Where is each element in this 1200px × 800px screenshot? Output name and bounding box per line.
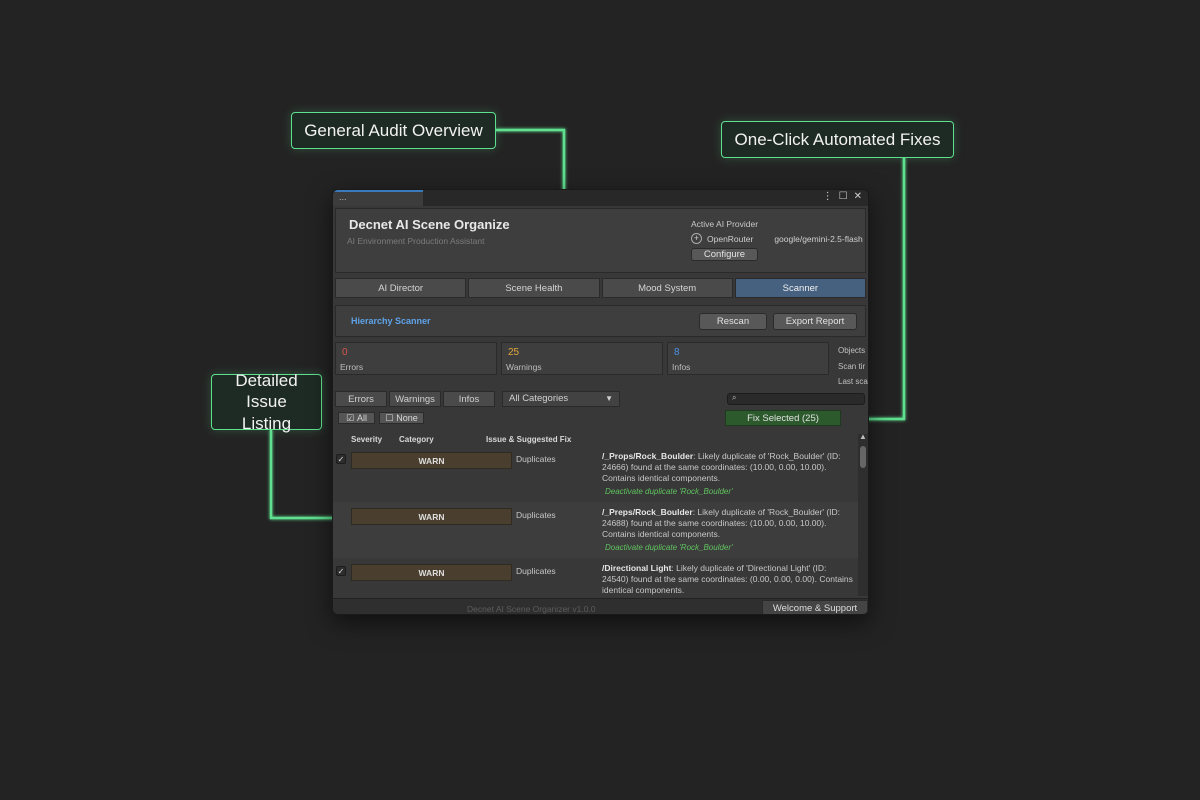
window-tab[interactable]: ... [333,190,423,206]
column-issue[interactable]: Issue & Suggested Fix [486,435,571,444]
select-none-label: None [396,413,418,423]
stat-infos: 8 Infos [667,342,829,375]
provider-plus-icon: + [691,233,702,244]
row-checkbox[interactable]: ✓ [336,566,346,576]
callout-issues-text: Detailed Issue Listing [235,371,298,433]
window-titlebar: ... ⋮ ☐ ✕ [333,190,868,206]
issue-list: ✓ WARN Duplicates /_Props/Rock_Boulder: … [333,446,858,596]
infos-count: 8 [674,347,680,358]
table-row[interactable]: WARN Duplicates /_Preps/Rock_Boulder: Li… [333,502,858,558]
rescan-button[interactable]: Rescan [699,313,767,330]
severity-badge: WARN [351,452,512,469]
tab-ai-director[interactable]: AI Director [335,278,467,298]
scanner-toolbar: Hierarchy Scanner Rescan Export Report [335,305,866,337]
editor-window: ... ⋮ ☐ ✕ Decnet AI Scene Organize AI En… [332,189,869,615]
close-icon[interactable]: ✕ [854,191,862,202]
errors-count: 0 [342,347,348,358]
callout-automated-fixes: One-Click Automated Fixes [721,121,954,158]
callout-issue-listing: Detailed Issue Listing [211,371,322,433]
selection-row: ☑ All ☐ None Fix Selected (25) [333,410,868,426]
column-severity[interactable]: Severity [351,435,382,444]
select-none-button[interactable]: ☐ None [379,412,424,424]
row-issue: /_Preps/Rock_Boulder: Likely duplicate o… [602,507,854,540]
suggested-fix[interactable]: Doactivate duplicate 'Rock_Boulder' [605,543,733,552]
errors-label: Errors [340,362,364,372]
table-row[interactable]: ✓ WARN Duplicates /_Props/Rock_Boulder: … [333,446,858,502]
table-row[interactable]: ✓ WARN Duplicates /Directional Light: Li… [333,558,858,596]
export-report-button[interactable]: Export Report [773,313,857,330]
scanner-title: Hierarchy Scanner [351,316,431,326]
row-issue: /Directional Light: Likely duplicate of … [602,563,854,596]
maximize-icon[interactable]: ☐ [839,191,848,202]
filter-errors[interactable]: Errors [335,391,387,407]
stat-errors: 0 Errors [335,342,497,375]
category-select[interactable]: All Categories ▼ [502,391,620,407]
issue-list-scrollbar[interactable]: ▲ [858,432,868,596]
meta-scan-time: Scan tir [838,361,866,371]
select-all-label: All [357,413,368,423]
fix-selected-button[interactable]: Fix Selected (25) [725,410,841,426]
severity-badge: WARN [351,508,512,525]
callout-audit-text: General Audit Overview [304,120,483,140]
issue-path: /_Props/Rock_Boulder [602,451,694,461]
model-name: google/gemini-2.5-flash [774,233,863,244]
row-issue: /_Props/Rock_Boulder: Likely duplicate o… [602,451,854,484]
filter-infos[interactable]: Infos [443,391,495,407]
warnings-count: 25 [508,347,520,358]
tab-mood-system[interactable]: Mood System [601,278,733,298]
configure-button[interactable]: Configure [691,248,758,261]
main-tabs: AI Director Scene Health Mood System Sca… [335,278,866,298]
row-checkbox[interactable]: ✓ [336,454,346,464]
scroll-up-icon[interactable]: ▲ [859,432,867,441]
severity-badge: WARN [351,564,512,581]
callout-fixes-text: One-Click Automated Fixes [734,129,941,149]
search-input[interactable]: ⌕ [727,393,865,405]
category-select-value: All Categories [509,393,569,404]
app-title: Decnet AI Scene Organize [349,217,510,232]
scrollbar-thumb[interactable] [860,446,866,468]
row-category: Duplicates [516,510,556,520]
issue-list-header: Severity Category Issue & Suggested Fix [333,434,858,446]
welcome-support-button[interactable]: Welcome & Support [762,600,868,614]
meta-objects: Objects [838,346,866,355]
callout-general-audit: General Audit Overview [291,112,496,149]
filter-warnings[interactable]: Warnings [389,391,441,407]
provider-label: Active AI Provider [691,219,759,229]
checkbox-empty-icon: ☐ [385,412,394,423]
scan-meta: Objects Scan tir Last sca [838,343,868,390]
tab-scanner[interactable]: Scanner [734,278,866,298]
row-category: Duplicates [516,454,556,464]
stat-warnings: 25 Warnings [501,342,663,375]
severity-filters: Errors Warnings Infos [335,391,495,407]
issue-path: /_Preps/Rock_Boulder [602,507,693,517]
more-options-icon[interactable]: ⋮ [823,191,833,202]
window-footer: Decnet AI Scene Organizer v1.0.0 Welcome… [333,598,868,614]
app-header: Decnet AI Scene Organize AI Environment … [335,208,866,273]
check-all-icon: ☑ [345,412,355,423]
provider-row: + OpenRouter google/gemini-2.5-flash [691,233,863,244]
suggested-fix[interactable]: Deactivate duplicate 'Rock_Boulder' [605,487,733,496]
issue-path: /Directional Light [602,563,672,573]
audit-stats: 0 Errors 25 Warnings 8 Infos [335,342,829,375]
app-subtitle: AI Environment Production Assistant [347,236,485,246]
column-category[interactable]: Category [399,435,434,444]
search-icon: ⌕ [732,393,737,402]
infos-label: Infos [672,362,691,372]
chevron-down-icon: ▼ [605,394,613,403]
tab-scene-health[interactable]: Scene Health [468,278,600,298]
meta-last-scan: Last sca [838,377,868,386]
version-label: Decnet AI Scene Organizer v1.0.0 [467,604,596,614]
provider-name: OpenRouter [707,233,754,244]
select-all-button[interactable]: ☑ All [338,412,375,424]
row-category: Duplicates [516,566,556,576]
warnings-label: Warnings [506,362,542,372]
